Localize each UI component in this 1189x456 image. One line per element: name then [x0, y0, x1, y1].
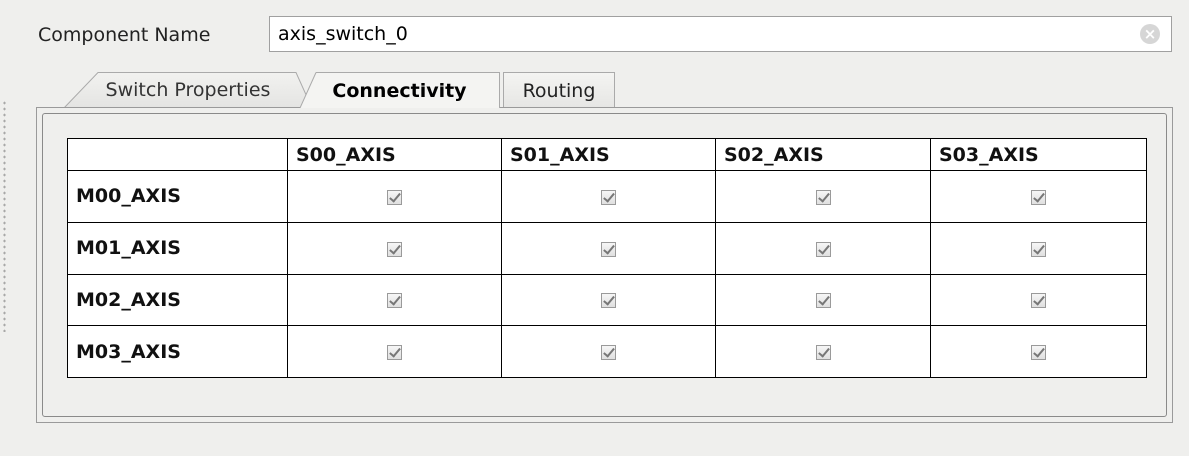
- matrix-cell: [715, 325, 931, 378]
- matrix-header-row: S00_AXIS S01_AXIS S02_AXIS S03_AXIS: [67, 138, 1147, 171]
- connection-checkbox[interactable]: [387, 293, 402, 309]
- tab-switch-properties[interactable]: Switch Properties: [64, 72, 312, 108]
- clear-icon[interactable]: ×: [1140, 24, 1160, 44]
- row-header: M02_AXIS: [67, 273, 288, 327]
- connection-checkbox[interactable]: [601, 345, 616, 361]
- matrix-cell: [930, 170, 1147, 223]
- component-name-row: Component Name: [38, 17, 210, 53]
- connectivity-matrix: S00_AXIS S01_AXIS S02_AXIS S03_AXIS M00_…: [67, 138, 1147, 378]
- connection-checkbox[interactable]: [1031, 293, 1046, 309]
- matrix-cell: [930, 325, 1147, 378]
- component-name-label: Component Name: [38, 24, 211, 46]
- matrix-cell: [287, 325, 502, 378]
- matrix-cell: [501, 273, 716, 327]
- connection-checkbox[interactable]: [815, 345, 831, 361]
- matrix-row: M00_AXIS: [67, 170, 1147, 223]
- connection-checkbox[interactable]: [387, 345, 402, 361]
- matrix-cell: [287, 170, 502, 223]
- matrix-cell: [501, 170, 716, 223]
- matrix-corner-cell: [67, 138, 288, 171]
- row-header: M01_AXIS: [67, 221, 288, 275]
- matrix-cell: [715, 170, 931, 223]
- matrix-row: M01_AXIS: [67, 221, 1147, 275]
- matrix-cell: [930, 221, 1147, 275]
- column-header-s03: S03_AXIS: [930, 138, 1147, 171]
- tab-label: Connectivity: [332, 79, 467, 102]
- connection-checkbox[interactable]: [387, 189, 402, 205]
- tab-label: Routing: [522, 79, 596, 102]
- matrix-cell: [715, 221, 931, 275]
- matrix-cell: [501, 221, 716, 275]
- matrix-cell: [930, 273, 1147, 327]
- component-name-input[interactable]: [269, 16, 1172, 52]
- connection-checkbox[interactable]: [601, 293, 616, 309]
- connection-checkbox[interactable]: [815, 241, 831, 257]
- column-header-s01: S01_AXIS: [501, 138, 716, 171]
- resize-grip[interactable]: [2, 100, 7, 332]
- matrix-cell: [287, 221, 502, 275]
- connection-checkbox[interactable]: [601, 241, 616, 257]
- matrix-row: M03_AXIS: [67, 325, 1147, 378]
- connection-checkbox[interactable]: [1031, 241, 1046, 257]
- matrix-cell: [501, 325, 716, 378]
- row-header: M00_AXIS: [67, 170, 288, 223]
- column-header-s02: S02_AXIS: [715, 138, 931, 171]
- matrix-cell: [287, 273, 502, 327]
- row-header: M03_AXIS: [67, 325, 288, 378]
- connection-checkbox[interactable]: [815, 189, 831, 205]
- tab-label: Switch Properties: [105, 79, 271, 101]
- connection-checkbox[interactable]: [1031, 345, 1046, 361]
- connection-checkbox[interactable]: [815, 293, 831, 309]
- connection-checkbox[interactable]: [601, 189, 616, 205]
- matrix-row: M02_AXIS: [67, 273, 1147, 327]
- connection-checkbox[interactable]: [387, 241, 402, 257]
- matrix-cell: [715, 273, 931, 327]
- tab-connectivity[interactable]: Connectivity: [300, 72, 500, 108]
- tab-routing[interactable]: Routing: [503, 72, 615, 108]
- column-header-s00: S00_AXIS: [287, 138, 502, 171]
- connection-checkbox[interactable]: [1031, 189, 1046, 205]
